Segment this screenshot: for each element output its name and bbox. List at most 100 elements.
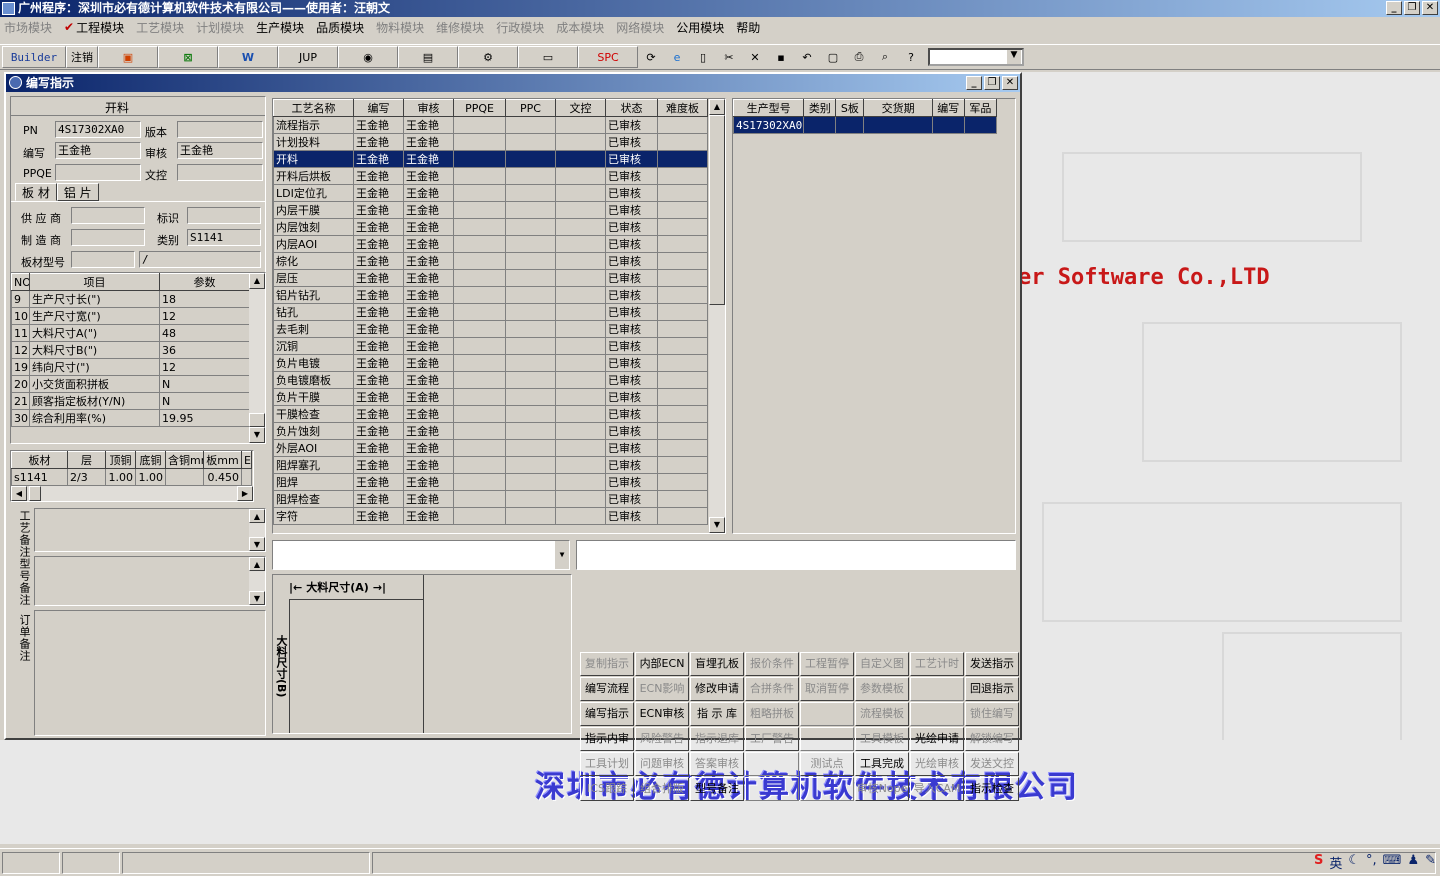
action-button[interactable]: 报价条件 [745,652,799,676]
process-header[interactable]: PPC [505,99,556,117]
close-icon[interactable]: ✕ [1422,1,1438,15]
action-button[interactable]: 指 示 库 [690,702,744,726]
action-button[interactable]: 复制指示 [580,652,634,676]
param-row[interactable]: 9 生产尺寸长(") 18 [11,290,250,308]
spc-button[interactable]: SPC [578,46,638,68]
ime-language[interactable]: 英 [1329,853,1342,872]
param-row[interactable]: 21 顾客指定板材(Y/N) N [11,392,250,410]
action-button[interactable]: ICS跟踪 [580,777,634,801]
action-button[interactable]: 工具计划 [580,752,634,776]
jup-button[interactable]: JUP [278,46,338,68]
ppqe-field[interactable] [55,164,141,181]
param-row[interactable]: 19 纬向尺寸(") 12 [11,358,250,376]
process-row[interactable]: 阻焊 王金艳 王金艳 已审核 [273,473,708,491]
action-button[interactable]: 工具模板 [855,727,909,751]
action-button[interactable]: 导入CAM [910,777,964,801]
model-field-2[interactable]: / [139,251,261,268]
mark-field[interactable] [187,207,261,224]
cut-icon[interactable]: ✂ [716,46,742,68]
action-button[interactable]: 风险警告 [635,727,689,751]
model-header[interactable]: 编写 [931,99,965,117]
model-grid[interactable]: 生产型号 类别 S板 交货期 编写 军品 4S17302XA0 [732,98,1016,534]
board-header[interactable]: 板mm [203,451,242,469]
dc-field[interactable] [177,164,263,181]
action-button[interactable]: 盲埋孔板 [690,652,744,676]
window-close-icon[interactable]: ✕ [1002,76,1018,90]
scroll-right-icon[interactable]: ▶ [237,486,253,501]
process-memo[interactable]: ▲ ▼ [34,508,266,552]
new-document-icon[interactable]: ▯ [690,46,716,68]
process-row[interactable]: 负片电镀 王金艳 王金艳 已审核 [273,354,708,372]
save-icon[interactable]: ▪ [768,46,794,68]
supplier-field[interactable] [71,207,145,224]
model-header[interactable]: 军品 [963,99,998,117]
action-button[interactable]: 流程模板 [855,702,909,726]
board-header[interactable]: 顶铜 [105,451,136,469]
action-button[interactable]: 编写流程 [580,677,634,701]
computer-icon[interactable]: ▭ [518,46,578,68]
menu-item[interactable]: 成本模块 [556,19,604,36]
action-button[interactable]: 回退指示 [965,677,1019,701]
menu-item[interactable]: 生产模块 [256,19,304,36]
param-row[interactable]: 12 大料尺寸B(") 36 [11,341,250,359]
action-button[interactable]: 解锁编写 [965,727,1019,751]
param-row[interactable]: 30 综合利用率(%) 19.95 [11,409,250,427]
param-grid[interactable]: NO 项目 参数 9 生产尺寸长(") 18 10 生产尺寸宽(") 12 11 大料尺寸A(")… [10,272,266,444]
action-button[interactable]: 工厂警告 [745,727,799,751]
reviewer-field[interactable]: 王金艳 [177,142,263,159]
board-grid[interactable]: 板材层顶铜底铜含铜mm板mmE s11412/31.001.000.450 ◀ … [10,450,254,502]
excel-icon[interactable]: ⊠ [158,46,218,68]
model-header[interactable]: 交货期 [863,99,933,117]
action-button[interactable]: 光绘申请 [910,727,964,751]
action-button[interactable]: 指示内审 [580,727,634,751]
menu-item[interactable]: 工程模块 [76,19,124,36]
action-button[interactable]: 工艺计时 [910,652,964,676]
scroll-down-icon[interactable]: ▼ [249,427,265,443]
menu-item[interactable]: 维修模块 [436,19,484,36]
keyboard-icon[interactable]: ⌨ [1383,853,1402,872]
process-row[interactable]: 开料后烘板 王金艳 王金艳 已审核 [273,167,708,185]
action-button[interactable]: 自定义图 [855,652,909,676]
writer-field[interactable]: 王金艳 [55,142,141,159]
param-header[interactable]: NO [11,273,30,291]
process-row[interactable]: 字符 王金艳 王金艳 已审核 [273,507,708,525]
tab-board[interactable]: 板 材 [15,183,57,201]
process-grid[interactable]: 工艺名称 编写 审核 PPQE PPC 文控 状态 难度板 流程指示 王金艳 王金艳 已审核 计划投料… [272,98,726,534]
menu-item[interactable]: 工艺模块 [136,19,184,36]
action-button[interactable]: 指示检查 [965,777,1019,801]
action-button[interactable]: 参数模板 [855,677,909,701]
scroll-left-icon[interactable]: ◀ [11,486,27,501]
undo-icon[interactable]: ↶ [794,46,820,68]
eye-icon[interactable]: ◉ [338,46,398,68]
process-scroll-down-icon[interactable]: ▼ [709,517,725,533]
menu-item[interactable]: 网络模块 [616,19,664,36]
window-minimize-icon[interactable]: _ [966,76,982,90]
menu-item[interactable]: 帮助 [736,19,760,36]
board-header[interactable]: 板材 [11,451,68,469]
process-scroll-up-icon[interactable]: ▲ [709,99,725,115]
action-button[interactable]: 型号备注 [690,777,744,801]
process-header[interactable]: 编写 [353,99,404,117]
param-scrollbar[interactable]: ▲ ▼ [249,273,265,443]
maker-field[interactable] [71,229,145,246]
action-button[interactable]: 答案审核 [690,752,744,776]
action-button[interactable]: 光绘审核 [910,752,964,776]
action-button[interactable]: 问题审核 [635,752,689,776]
process-scrollbar[interactable]: ▲ ▼ [709,99,725,533]
process-row[interactable]: 阻焊检查 王金艳 王金艳 已审核 [273,490,708,508]
model-header[interactable]: 生产型号 [733,99,805,117]
menu-item[interactable]: 计划模块 [196,19,244,36]
window-restore-icon[interactable]: ❐ [984,76,1000,90]
process-row[interactable]: 层压 王金艳 王金艳 已审核 [273,269,708,287]
process-row[interactable]: 阻焊塞孔 王金艳 王金艳 已审核 [273,456,708,474]
action-button[interactable]: 粗略拼板 [745,702,799,726]
param-header[interactable]: 项目 [29,273,160,291]
param-header[interactable]: 参数 [159,273,250,291]
action-button[interactable]: ECN审核 [635,702,689,726]
model-memo[interactable]: ▲ ▼ [34,556,266,606]
board-header[interactable]: E [241,451,252,469]
print-icon[interactable]: ⎙ [846,46,872,68]
menu-item[interactable]: 市场模块 [4,19,52,36]
ppt-icon[interactable]: ▣ [98,46,158,68]
user-icon[interactable]: ♟ [1407,853,1419,872]
